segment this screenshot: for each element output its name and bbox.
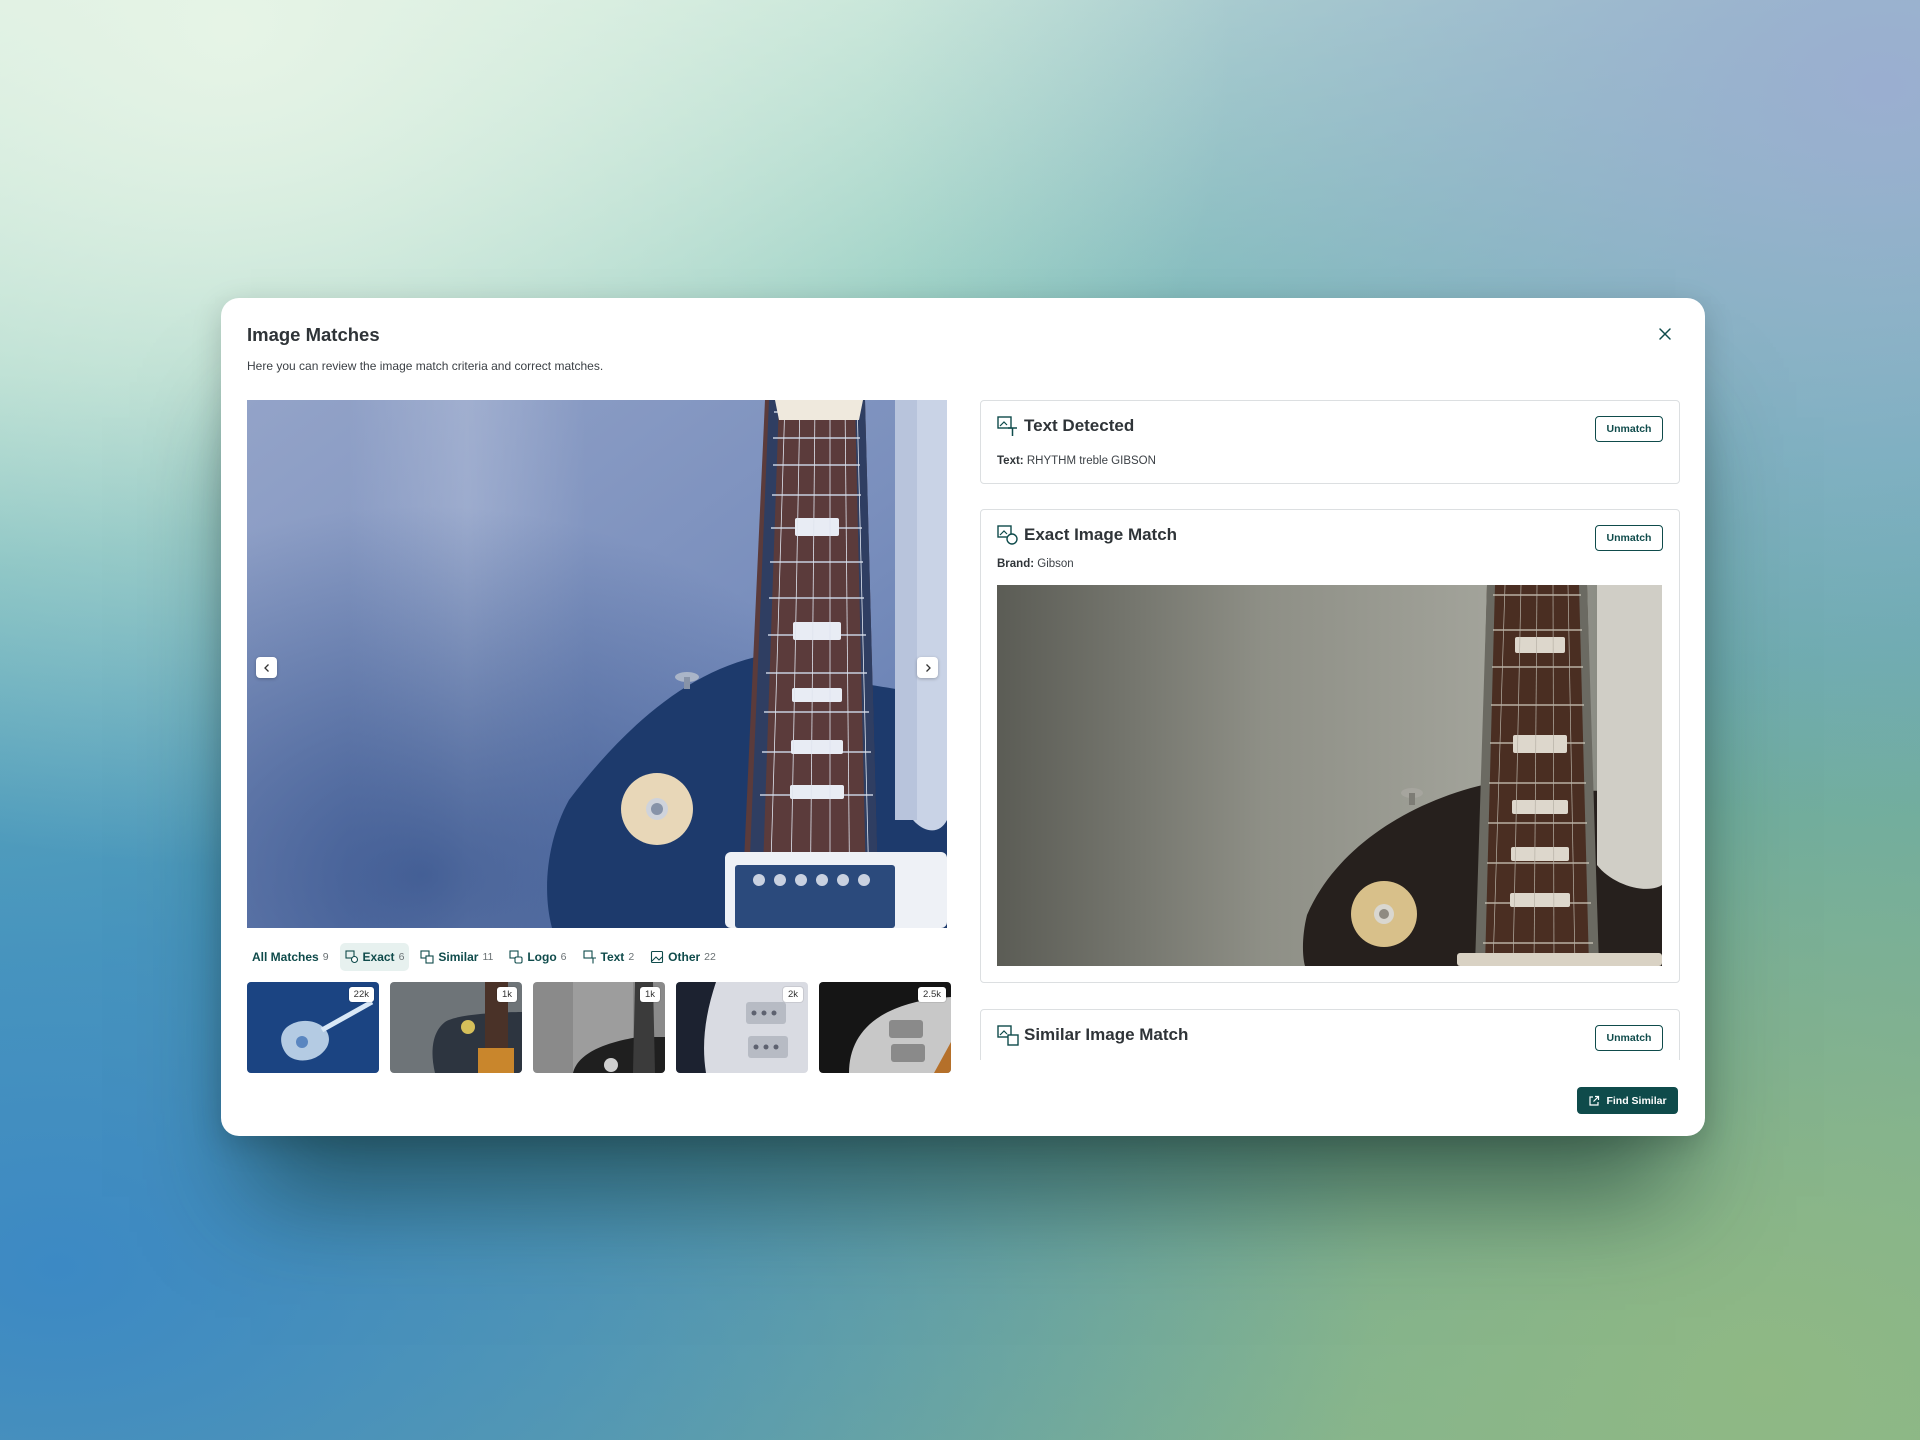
unmatch-button[interactable]: Unmatch [1595, 1025, 1663, 1051]
find-similar-label: Find Similar [1606, 1094, 1667, 1107]
thumbnail-badge: 2k [782, 987, 803, 1002]
thumbnail-blue-guitar[interactable]: 22k [247, 982, 379, 1073]
thumbnail-guitar-body[interactable]: 1k [390, 982, 522, 1073]
find-similar-button[interactable]: Find Similar [1577, 1087, 1678, 1114]
text-detected-card: Text Detected Unmatch Text: RHYTHM trebl… [980, 400, 1680, 484]
previous-image-button[interactable] [256, 657, 277, 678]
image-icon [651, 950, 664, 964]
thumbnail-grayscale-guitar[interactable]: 1k [533, 982, 665, 1073]
tab-text[interactable]: Text 2 [578, 943, 640, 971]
tab-count: 22 [704, 951, 716, 963]
tab-label: Similar [438, 950, 479, 964]
exact-match-card: Exact Image Match Unmatch Brand: Gibson [980, 509, 1680, 983]
card-title: Text Detected [1024, 416, 1135, 435]
match-type-tabs: All Matches 9 Exact 6 Similar 11 Logo 6 … [247, 943, 721, 971]
tab-count: 6 [560, 951, 567, 963]
thumbnail-strip: 22k 1k 1k 2k 2.5k [247, 982, 951, 1073]
match-details-panel[interactable]: Text Detected Unmatch Text: RHYTHM trebl… [980, 400, 1680, 1060]
tab-count: 11 [482, 951, 494, 963]
thumbnail-badge: 2.5k [918, 987, 946, 1002]
exact-match-icon [997, 525, 1018, 545]
card-title: Similar Image Match [1024, 1025, 1189, 1044]
tab-similar[interactable]: Similar 11 [415, 943, 498, 971]
external-link-icon [1589, 1095, 1600, 1106]
logo-icon [509, 950, 523, 964]
exact-match-image [997, 585, 1662, 966]
tab-count: 2 [628, 951, 635, 963]
unmatch-button[interactable]: Unmatch [1595, 525, 1663, 551]
modal-subtitle: Here you can review the image match crit… [247, 359, 604, 373]
tab-exact[interactable]: Exact 6 [339, 943, 410, 971]
unmatch-button[interactable]: Unmatch [1595, 416, 1663, 442]
tab-logo[interactable]: Logo 6 [504, 943, 571, 971]
field-value: Gibson [1037, 558, 1074, 570]
modal-title: Image Matches [247, 324, 380, 345]
field-label: Text: [997, 455, 1024, 467]
thumbnail-badge: 22k [348, 987, 374, 1002]
brand-field: Brand: Gibson [997, 558, 1074, 570]
next-image-button[interactable] [917, 657, 938, 678]
tab-count: 6 [398, 951, 405, 963]
main-preview-image [247, 400, 947, 928]
tab-label: Other [668, 950, 701, 964]
image-matches-modal: Image Matches Here you can review the im… [221, 298, 1705, 1136]
close-button[interactable] [1655, 324, 1675, 344]
detected-text: Text: RHYTHM treble GIBSON [997, 455, 1156, 467]
tab-label: Logo [527, 950, 557, 964]
tab-label: Text [600, 950, 625, 964]
tab-other[interactable]: Other 22 [645, 943, 721, 971]
field-label: Brand: [997, 558, 1035, 570]
thumbnail-dark-guitar[interactable]: 2.5k [819, 982, 951, 1073]
tab-all-matches[interactable]: All Matches 9 [247, 943, 334, 971]
chevron-left-icon [263, 663, 269, 672]
tab-label: Exact [362, 950, 395, 964]
tab-count: 9 [322, 951, 329, 963]
thumbnail-guitar-pickups[interactable]: 2k [676, 982, 808, 1073]
similar-match-icon [997, 1025, 1019, 1046]
exact-icon [344, 950, 358, 964]
close-icon [1659, 328, 1671, 340]
text-icon [582, 950, 596, 964]
text-detect-icon [997, 416, 1017, 436]
field-value: RHYTHM treble GIBSON [1026, 455, 1156, 467]
similar-icon [420, 950, 434, 964]
thumbnail-badge: 1k [639, 987, 660, 1002]
thumbnail-badge: 1k [496, 987, 517, 1002]
chevron-right-icon [925, 663, 931, 672]
tab-label: All Matches [252, 950, 319, 964]
card-title: Exact Image Match [1024, 525, 1178, 544]
similar-match-card: Similar Image Match Unmatch [980, 1009, 1680, 1060]
